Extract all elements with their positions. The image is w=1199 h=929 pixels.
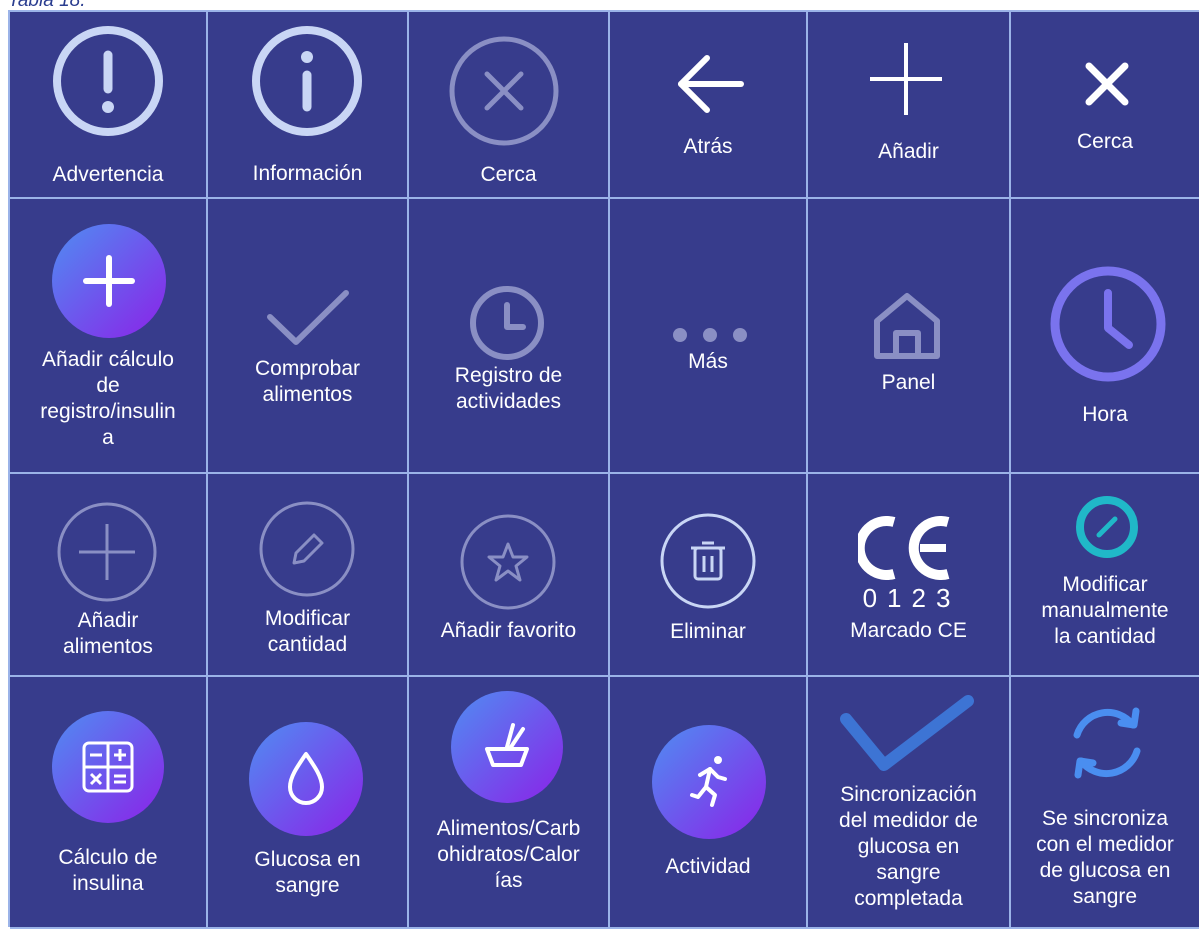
icon-label: Actividad: [665, 855, 751, 878]
check-icon: [267, 290, 349, 345]
check-large-icon: [840, 695, 974, 771]
table-cell: Cerca: [1011, 12, 1199, 199]
icon-label: Cerca: [480, 163, 537, 186]
ce-number: 0123: [862, 583, 961, 613]
calculator-icon: [52, 711, 164, 823]
icon-label: Alimentos/Carb ohidratos/Calor ías: [436, 817, 581, 892]
clock-icon: [470, 286, 544, 360]
icon-label: Más: [688, 350, 728, 373]
table-cell: 0123 Marcado CE: [808, 474, 1011, 677]
table-cell: Comprobar alimentos: [208, 199, 409, 474]
bowl-icon: [451, 691, 563, 803]
table-cell: Alimentos/Carb ohidratos/Calor ías: [409, 677, 610, 929]
icon-label: Añadir: [878, 140, 939, 163]
icon-label: Información: [252, 162, 363, 185]
icon-label: Advertencia: [52, 163, 164, 186]
add-gradient-icon: [52, 224, 166, 338]
icon-label: Registro de actividades: [454, 364, 563, 413]
icon-label: Cálculo de insulina: [58, 846, 158, 895]
close-circle-icon: [449, 36, 559, 146]
table-cell: Panel: [808, 199, 1011, 474]
table-cell: Modificar cantidad: [208, 474, 409, 677]
table-cell: Añadir favorito: [409, 474, 610, 677]
table-cell: Se sincroniza con el medidor de glucosa …: [1011, 677, 1199, 929]
table-cell: Registro de actividades: [409, 199, 610, 474]
icon-label: Añadir alimentos: [63, 609, 153, 658]
icon-label: Cerca: [1076, 130, 1134, 153]
running-icon: [652, 725, 766, 839]
table-cell: Eliminar: [610, 474, 808, 677]
info-icon: [252, 26, 362, 136]
icon-label: Comprobar alimentos: [254, 357, 361, 406]
table-cell: Sincronización del medidor de glucosa en…: [808, 677, 1011, 929]
add-circle-icon: [57, 502, 157, 602]
star-circle-icon: [460, 514, 556, 610]
table-cell: Información: [208, 12, 409, 199]
clock-large-icon: [1050, 266, 1166, 382]
icon-label: Añadir favorito: [440, 619, 577, 642]
table-cell: Glucosa en sangre: [208, 677, 409, 929]
table-cell: Hora: [1011, 199, 1199, 474]
table-cell: Atrás: [610, 12, 808, 199]
table-cell: Modificar manualmente la cantidad: [1011, 474, 1199, 677]
pencil-circle-icon: [259, 501, 355, 597]
close-icon: [1085, 62, 1129, 106]
icon-label: Sincronización del medidor de glucosa en…: [839, 783, 978, 910]
ce-mark-icon: [858, 516, 950, 580]
table-cell: Advertencia: [10, 12, 208, 199]
icon-label: Marcado CE: [850, 619, 967, 642]
table-cell: Cerca: [409, 12, 610, 199]
icon-label: Añadir cálculo de registro/insulin a: [40, 348, 176, 449]
warning-icon: [53, 26, 163, 136]
sync-icon: [1073, 707, 1141, 779]
icon-label: Se sincroniza con el medidor de glucosa …: [1036, 807, 1174, 908]
icon-label: Hora: [1082, 403, 1128, 426]
table-cell: Añadir cálculo de registro/insulin a: [10, 199, 208, 474]
arrow-left-icon: [678, 55, 744, 113]
icon-label: Glucosa en sangre: [254, 848, 361, 897]
icon-table: Advertencia Información Cerca Atrás Añad…: [8, 10, 1199, 929]
table-cell: Cálculo de insulina: [10, 677, 208, 929]
icon-label: Modificar manualmente la cantidad: [1041, 573, 1169, 648]
icon-label: Atrás: [683, 135, 733, 158]
icon-label: Modificar cantidad: [264, 607, 351, 656]
table-cell: Añadir alimentos: [10, 474, 208, 677]
home-icon: [874, 293, 940, 359]
more-dots-icon: [673, 328, 747, 342]
pencil-teal-icon: [1076, 496, 1138, 558]
trash-circle-icon: [660, 513, 756, 609]
icon-label: Eliminar: [670, 620, 746, 643]
plus-icon: [870, 43, 942, 115]
table-cell: Añadir: [808, 12, 1011, 199]
table-cell: Más: [610, 199, 808, 474]
table-cell: Actividad: [610, 677, 808, 929]
drop-icon: [249, 722, 363, 836]
icon-label: Panel: [881, 371, 936, 394]
